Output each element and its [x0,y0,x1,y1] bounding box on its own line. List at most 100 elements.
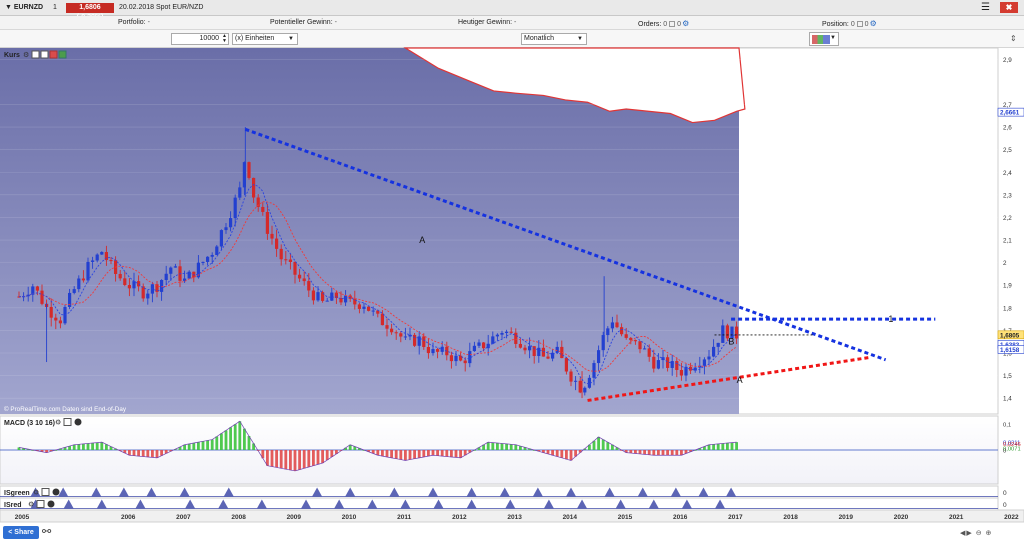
candle-body [86,261,90,281]
candle-body [362,306,366,309]
candle-body [215,246,219,255]
macd-bar [224,430,228,450]
macd-bar [716,443,720,450]
candle-body [344,295,348,303]
macd-bar [680,450,683,456]
candle-body [146,293,150,299]
trendline-annotation: 1 [888,314,893,324]
macd-bar [238,421,242,450]
macd-bar [197,442,200,450]
candle-body [638,341,642,350]
macd-tool-icons[interactable]: ⚙ [55,418,82,427]
candle-body [169,267,173,274]
close-icon[interactable] [47,500,55,508]
popout-icon[interactable] [40,50,49,59]
macd-bar [82,443,85,450]
link-icon[interactable]: ⚯ [42,526,51,539]
macd-bar [565,450,568,460]
macd-bar [206,440,209,450]
candle-body [72,289,76,293]
isgreen-value: 0 [1003,490,1007,497]
maximize-icon[interactable] [31,50,40,59]
candle-body [472,345,476,352]
macd-bar [399,450,403,460]
wrench-icon[interactable]: ⚙ [23,51,29,59]
time-axis-label: 2020 [894,514,909,521]
candle-body [721,325,725,343]
maximize-icon[interactable] [36,500,45,508]
candle-body [679,369,683,376]
macd-bar [569,450,573,461]
chart-canvas[interactable]: AAB1 2,92,72,62,52,42,32,22,121,91,81,71… [0,0,1024,544]
candle-body [505,331,509,333]
maximize-icon[interactable] [63,418,72,426]
maximize-icon[interactable] [41,488,50,496]
time-axis-label: 2011 [397,514,411,521]
candle-body [532,346,536,357]
candle-body [367,306,371,311]
share-button[interactable]: < Share [3,526,39,539]
macd-bar [436,450,439,456]
macd-bar [629,450,633,454]
macd-bar [376,450,380,456]
candle-body [620,327,624,335]
candle-body [35,286,39,291]
macd-bar [422,450,426,457]
isgreen-tool-icons[interactable]: ⚙ [33,488,60,497]
macd-bar [597,436,600,450]
isred-tool-icons[interactable]: ⚙ [28,500,55,509]
candle-body [302,278,306,282]
candle-body [307,281,311,291]
macd-bar [91,443,94,450]
close-icon[interactable] [52,488,60,496]
macd-y-axis: 0,10,03110,02460,00710 [1003,422,1021,454]
macd-bar [661,450,665,456]
wrench-icon[interactable]: ⚙ [28,501,34,509]
macd-tick-label: 0 [1003,449,1006,455]
add-overlay-icon[interactable] [58,50,67,59]
price-tick-label: 2,1 [1003,238,1012,245]
close-icon[interactable] [74,418,82,426]
candle-body [137,281,141,287]
candle-body [578,380,582,393]
macd-bar [298,450,301,470]
time-axis-label: 2019 [839,514,854,521]
candle-body [127,285,131,289]
macd-bar [735,442,738,450]
candle-body [403,336,407,338]
macd-bar [201,441,205,450]
macd-bar [666,450,669,456]
candle-body [210,254,214,257]
candle-body [118,273,122,279]
add-indicator-icon[interactable] [49,50,58,59]
wrench-icon[interactable]: ⚙ [33,489,39,497]
wrench-icon[interactable]: ⚙ [55,419,61,427]
zoom-nav-controls[interactable]: ◀▶ ⊖ ⊕ [960,529,992,537]
macd-tick-label: 0,1 [1003,422,1011,428]
candle-body [371,310,375,312]
macd-bar [496,443,499,450]
macd-bar [450,450,453,457]
macd-bar [100,442,104,450]
macd-bar [643,450,646,455]
candle-body [275,238,279,249]
candle-body [569,371,573,382]
candle-body [712,346,716,357]
macd-bar [417,450,421,458]
isred-value: 0 [1003,502,1007,509]
time-axis-label: 2008 [231,514,246,521]
candle-body [422,336,426,347]
macd-bar [486,442,490,450]
macd-bar [307,450,311,467]
candle-body [238,187,242,198]
macd-bar [215,436,219,450]
candle-body [95,254,99,261]
macd-bar [155,450,159,458]
candle-body [201,261,205,263]
macd-bar [670,450,674,456]
macd-bar [551,450,554,456]
candle-body [592,363,596,378]
macd-bar [220,433,223,450]
candle-body [716,342,720,347]
time-axis-label: 2022 [1004,514,1019,521]
